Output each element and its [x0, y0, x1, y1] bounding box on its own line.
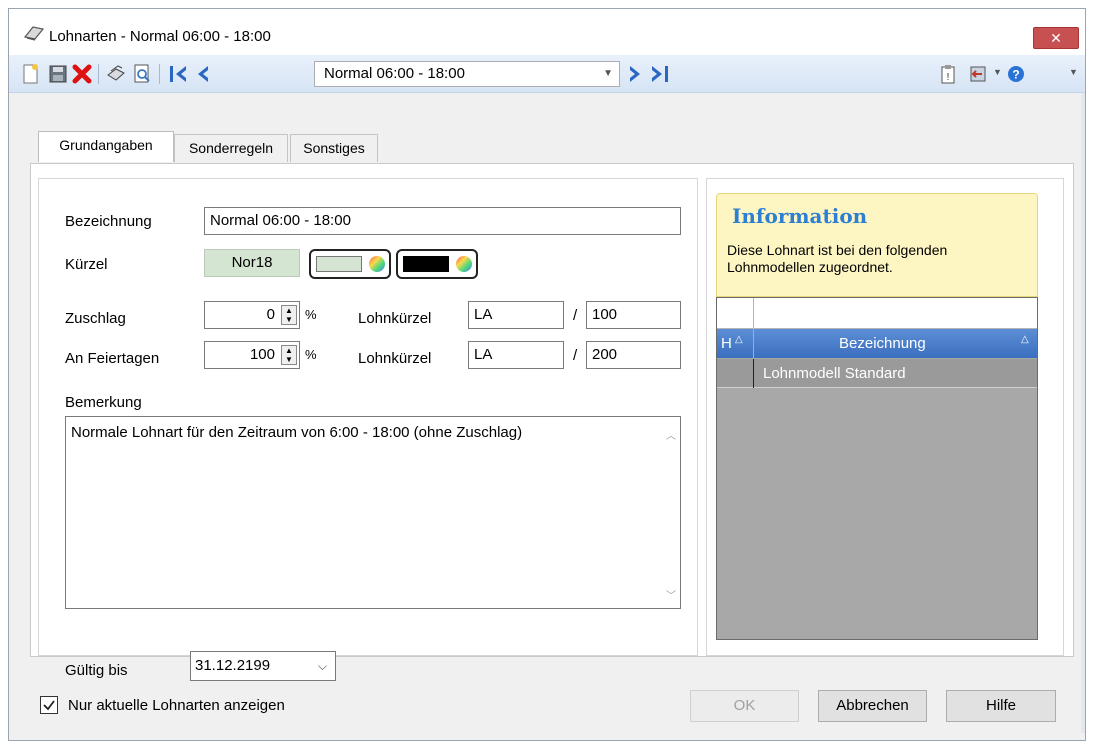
- exit-dropdown-icon[interactable]: ▼: [993, 67, 1002, 77]
- zuschlag-value: 0: [266, 306, 275, 323]
- feiertage-label: An Feiertagen: [65, 350, 160, 367]
- gueltig-date-picker[interactable]: 31.12.2199 ⌵: [190, 651, 336, 681]
- feiertage-value: 100: [249, 346, 275, 363]
- color-wheel-icon: [369, 256, 385, 272]
- previous-record-icon[interactable]: [193, 63, 215, 85]
- cancel-button[interactable]: Abbrechen: [818, 690, 927, 722]
- font-color-swatch: [403, 256, 449, 272]
- feiertage-spinner[interactable]: ▲ ▼: [281, 345, 297, 365]
- kuerzel-field[interactable]: Nor18: [204, 249, 300, 277]
- bemerkung-label: Bemerkung: [65, 394, 142, 411]
- information-box: Information Diese Lohnart ist bei den fo…: [716, 193, 1038, 297]
- ok-button[interactable]: OK: [690, 690, 799, 722]
- show-current-checkbox[interactable]: [40, 696, 58, 714]
- grid-header-bezeichnung[interactable]: Bezeichnung: [839, 335, 926, 352]
- lohnmodelle-grid: H △ Bezeichnung △ Lohnmodell Standard: [716, 297, 1038, 640]
- last-record-icon[interactable]: [649, 63, 671, 85]
- grid-divider: [753, 298, 754, 329]
- grid-filter-row[interactable]: [717, 298, 1037, 329]
- grid-divider: [753, 329, 754, 358]
- bezeichnung-label: Bezeichnung: [65, 213, 152, 230]
- zuschlag-percent: %: [305, 307, 317, 322]
- bezeichnung-field[interactable]: Normal 06:00 - 18:00: [204, 207, 681, 235]
- bemerkung-textarea[interactable]: Normale Lohnart für den Zeitraum von 6:0…: [65, 416, 681, 609]
- grid-header-row: H △ Bezeichnung △: [717, 329, 1037, 358]
- bemerkung-text: Normale Lohnart für den Zeitraum von 6:0…: [71, 424, 523, 441]
- delete-icon[interactable]: [71, 63, 93, 85]
- toolbar-separator: [98, 64, 99, 84]
- color-wheel-icon: [456, 256, 472, 272]
- feiertage-lohnkuerzel-label: Lohnkürzel: [358, 350, 432, 367]
- gueltig-label: Gültig bis: [65, 662, 128, 679]
- sort-indicator-icon: △: [1021, 334, 1029, 345]
- svg-text:!: !: [947, 72, 950, 83]
- sort-indicator-icon: △: [735, 334, 743, 345]
- information-text: Diese Lohnart ist bei den folgenden Lohn…: [727, 242, 948, 275]
- grid-divider: [753, 359, 754, 388]
- feiertage-lohn-number-field[interactable]: 200: [586, 341, 681, 369]
- clipboard-icon[interactable]: !: [937, 63, 959, 85]
- background-color-picker[interactable]: [309, 249, 391, 279]
- feiertage-lohn-prefix-field[interactable]: LA: [468, 341, 564, 369]
- svg-text:?: ?: [1012, 68, 1019, 82]
- zuschlag-slash: /: [573, 307, 578, 324]
- chevron-down-icon: ▼: [603, 68, 613, 79]
- window-title: Lohnarten - Normal 06:00 - 18:00: [49, 28, 271, 45]
- feiertage-percent: %: [305, 347, 317, 362]
- tab-grundangaben[interactable]: Grundangaben: [38, 131, 174, 162]
- print-preview-icon[interactable]: [131, 63, 153, 85]
- background-color-swatch: [316, 256, 362, 272]
- record-selector-value: Normal 06:00 - 18:00: [324, 65, 465, 82]
- help-icon[interactable]: ?: [1005, 63, 1027, 85]
- wage-type-icon: [23, 26, 45, 41]
- toolbar: Normal 06:00 - 18:00 ▼ ! ▼ ? ▼: [9, 55, 1085, 93]
- zuschlag-spinner[interactable]: ▲ ▼: [281, 305, 297, 325]
- save-icon[interactable]: [47, 63, 69, 85]
- table-row[interactable]: Lohnmodell Standard: [717, 359, 1037, 388]
- zuschlag-lohnkuerzel-label: Lohnkürzel: [358, 310, 432, 327]
- chevron-down-icon[interactable]: ⌵: [318, 652, 327, 680]
- toolbar-separator: [159, 64, 160, 84]
- title-bar: Lohnarten - Normal 06:00 - 18:00 ✕: [9, 9, 1085, 55]
- grid-header-h[interactable]: H: [721, 335, 732, 352]
- window-edge: [1081, 93, 1085, 733]
- help-button[interactable]: Hilfe: [946, 690, 1056, 722]
- exit-icon[interactable]: [967, 63, 989, 85]
- zuschlag-lohn-prefix-field[interactable]: LA: [468, 301, 564, 329]
- tab-sonderregeln[interactable]: Sonderregeln: [174, 134, 288, 162]
- zuschlag-lohn-number-field[interactable]: 100: [586, 301, 681, 329]
- table-cell-bezeichnung: Lohnmodell Standard: [763, 365, 906, 382]
- first-record-icon[interactable]: [167, 63, 189, 85]
- record-selector[interactable]: Normal 06:00 - 18:00 ▼: [314, 61, 620, 87]
- information-title: Information: [732, 204, 868, 228]
- feiertage-field[interactable]: 100 ▲ ▼: [204, 341, 300, 369]
- gueltig-value: 31.12.2199: [195, 657, 271, 674]
- close-button[interactable]: ✕: [1033, 27, 1079, 49]
- help-dropdown-icon[interactable]: ▼: [1069, 67, 1078, 77]
- print-icon[interactable]: [105, 63, 127, 85]
- new-document-icon[interactable]: [19, 63, 41, 85]
- scroll-up-icon[interactable]: ︿: [666, 427, 676, 442]
- show-current-label: Nur aktuelle Lohnarten anzeigen: [68, 697, 285, 714]
- next-record-icon[interactable]: [623, 63, 645, 85]
- feiertage-slash: /: [573, 347, 578, 364]
- tab-sonstiges[interactable]: Sonstiges: [290, 134, 378, 162]
- kuerzel-label: Kürzel: [65, 256, 108, 273]
- font-color-picker[interactable]: [396, 249, 478, 279]
- bemerkung-scrollbar[interactable]: ︿ ﹀: [662, 417, 680, 608]
- zuschlag-field[interactable]: 0 ▲ ▼: [204, 301, 300, 329]
- check-icon: [43, 700, 55, 711]
- scroll-down-icon[interactable]: ﹀: [666, 587, 676, 602]
- zuschlag-label: Zuschlag: [65, 310, 126, 327]
